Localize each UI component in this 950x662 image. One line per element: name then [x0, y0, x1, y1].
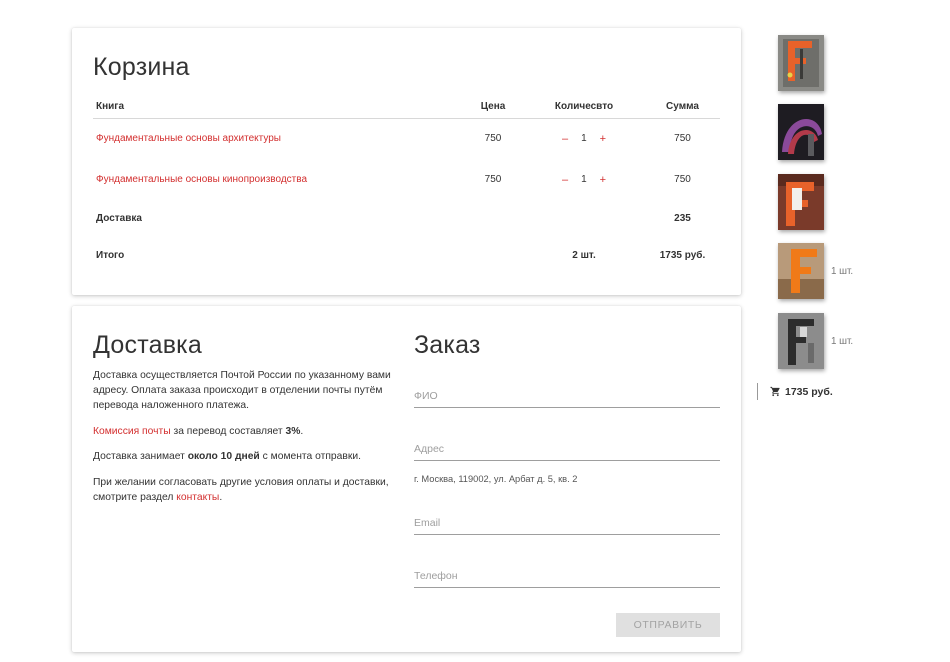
- cart-row: Фундаментальные основы кинопроизводства …: [93, 159, 720, 200]
- fio-field: [414, 380, 720, 408]
- delivery-paragraph: Доставка осуществляется Почтой России по…: [93, 370, 391, 411]
- delivery-paragraph: Доставка занимает около 10 дней с момент…: [93, 451, 361, 462]
- item-sum: 750: [674, 133, 691, 145]
- total-sum: 1735 руб.: [659, 250, 706, 261]
- book-link[interactable]: Фундаментальные основы кинопроизводства: [96, 174, 307, 185]
- sidebar-book-item[interactable]: [778, 174, 831, 230]
- cart-card: Корзина Книга Цена Количесвто Сумма Фунд…: [72, 28, 741, 295]
- qty-value: 1: [581, 174, 587, 185]
- book-cover-thumbnail[interactable]: [778, 104, 824, 160]
- phone-input[interactable]: [414, 560, 720, 587]
- address-hint: г. Москва, 119002, ул. Арбат д. 5, кв. 2: [414, 474, 578, 484]
- quantity-stepper: – 1 +: [559, 133, 609, 145]
- qty-minus-button[interactable]: –: [559, 133, 571, 145]
- qty-minus-button[interactable]: –: [559, 174, 571, 186]
- item-price: 750: [484, 133, 502, 145]
- delivery-info: Доставка осуществляется Почтой России по…: [93, 368, 403, 515]
- cart-header-row: Книга Цена Количесвто Сумма: [93, 96, 720, 119]
- address-input[interactable]: [414, 433, 720, 460]
- email-field: [414, 507, 720, 535]
- qty-plus-button[interactable]: +: [597, 174, 609, 186]
- shipping-row: Доставка 235: [93, 200, 720, 237]
- thumbnail-count: 1 шт.: [831, 335, 854, 347]
- mini-cart[interactable]: 1735 руб.: [757, 383, 833, 400]
- quantity-stepper: – 1 +: [559, 174, 609, 186]
- shipping-label: Доставка: [96, 213, 142, 224]
- sidebar-book-item[interactable]: 1 шт.: [778, 243, 853, 299]
- col-qty-header: Количесвто: [523, 96, 645, 119]
- mini-cart-total: 1735 руб.: [785, 385, 833, 398]
- total-label: Итого: [96, 250, 125, 261]
- phone-field: [414, 560, 720, 588]
- delivery-paragraph: При желании согласовать другие условия о…: [93, 476, 389, 503]
- contacts-link[interactable]: контакты: [176, 492, 219, 503]
- cart-title: Корзина: [93, 53, 190, 81]
- item-price: 750: [484, 174, 502, 185]
- book-cover-thumbnail[interactable]: [778, 243, 824, 299]
- sidebar-book-item[interactable]: [778, 35, 831, 91]
- thumbnail-count: 1 шт.: [831, 265, 854, 277]
- book-cover-thumbnail[interactable]: [778, 313, 824, 369]
- book-cover-thumbnail[interactable]: [778, 174, 824, 230]
- book-link[interactable]: Фундаментальные основы архитектуры: [96, 133, 281, 144]
- total-qty: 2 шт.: [572, 250, 596, 261]
- item-sum: 750: [674, 174, 691, 185]
- shipping-sum: 235: [674, 213, 691, 224]
- shopping-cart-icon: [770, 386, 780, 397]
- delivery-paragraph: Комиссия почты за перевод составляет 3%.: [93, 425, 304, 437]
- sidebar-book-item[interactable]: [778, 104, 831, 160]
- cart-table: Книга Цена Количесвто Сумма Фундаменталь…: [93, 96, 720, 274]
- book-cover-thumbnail[interactable]: [778, 35, 824, 91]
- order-title: Заказ: [414, 331, 481, 359]
- cart-row: Фундаментальные основы архитектуры 750 –…: [93, 118, 720, 159]
- submit-button[interactable]: ОТПРАВИТЬ: [616, 613, 720, 637]
- col-price-header: Цена: [463, 96, 523, 119]
- fio-input[interactable]: [414, 380, 720, 407]
- delivery-title: Доставка: [93, 331, 202, 359]
- qty-plus-button[interactable]: +: [597, 133, 609, 145]
- sidebar-book-item[interactable]: 1 шт.: [778, 313, 853, 369]
- qty-value: 1: [581, 133, 587, 145]
- order-card: Доставка Доставка осуществляется Почтой …: [72, 306, 741, 652]
- col-book-header: Книга: [93, 96, 463, 119]
- post-commission-link[interactable]: Комиссия почты: [93, 426, 171, 437]
- col-sum-header: Сумма: [645, 96, 720, 119]
- email-input[interactable]: [414, 507, 720, 534]
- total-row: Итого 2 шт. 1735 руб.: [93, 237, 720, 274]
- address-field: [414, 433, 720, 461]
